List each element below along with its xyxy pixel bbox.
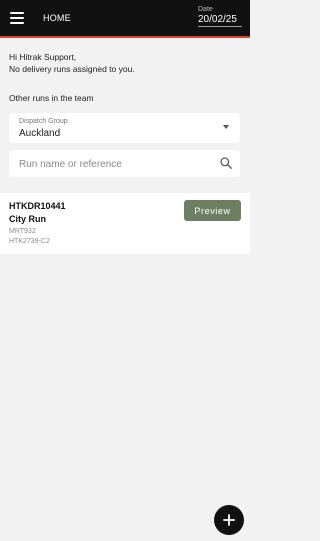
dropdown-caret-icon [223,125,229,129]
date-field[interactable]: Date 20/02/25 [198,6,242,27]
date-label: Date [198,6,213,13]
run-vehicle-code: MRT932 [9,228,36,235]
team-runs-heading: Other runs in the team [9,93,94,103]
run-list-item[interactable]: HTKDR10441 City Run MRT932 HTK2739-C2 Pr… [0,193,250,254]
run-reference: HTKDR10441 [9,201,66,211]
add-run-button[interactable] [214,505,244,535]
main-content: Hi Hitrak Support, No delivery runs assi… [0,40,250,254]
search-input[interactable] [17,155,211,174]
dispatch-group-select[interactable]: Dispatch Group Auckland [9,113,240,143]
page-title: HOME [43,13,71,23]
preview-button[interactable]: Preview [184,200,241,221]
run-name: City Run [9,214,46,224]
plus-icon [223,514,235,526]
menu-icon[interactable] [8,9,26,27]
search-field[interactable] [9,150,240,177]
greeting-line-2: No delivery runs assigned to you. [9,64,135,74]
run-route-code: HTK2739-C2 [9,238,50,245]
greeting-line-1: Hi Hitrak Support, [9,52,77,62]
date-value[interactable]: 20/02/25 [198,14,242,27]
dispatch-group-value: Auckland [19,128,61,139]
dispatch-group-caption: Dispatch Group [19,118,68,125]
greeting-message: Hi Hitrak Support, No delivery runs assi… [9,51,250,75]
top-app-bar: HOME Date 20/02/25 [0,0,250,38]
app-root: HOME Date 20/02/25 Hi Hitrak Support, No… [0,0,250,541]
search-icon[interactable] [219,156,233,170]
